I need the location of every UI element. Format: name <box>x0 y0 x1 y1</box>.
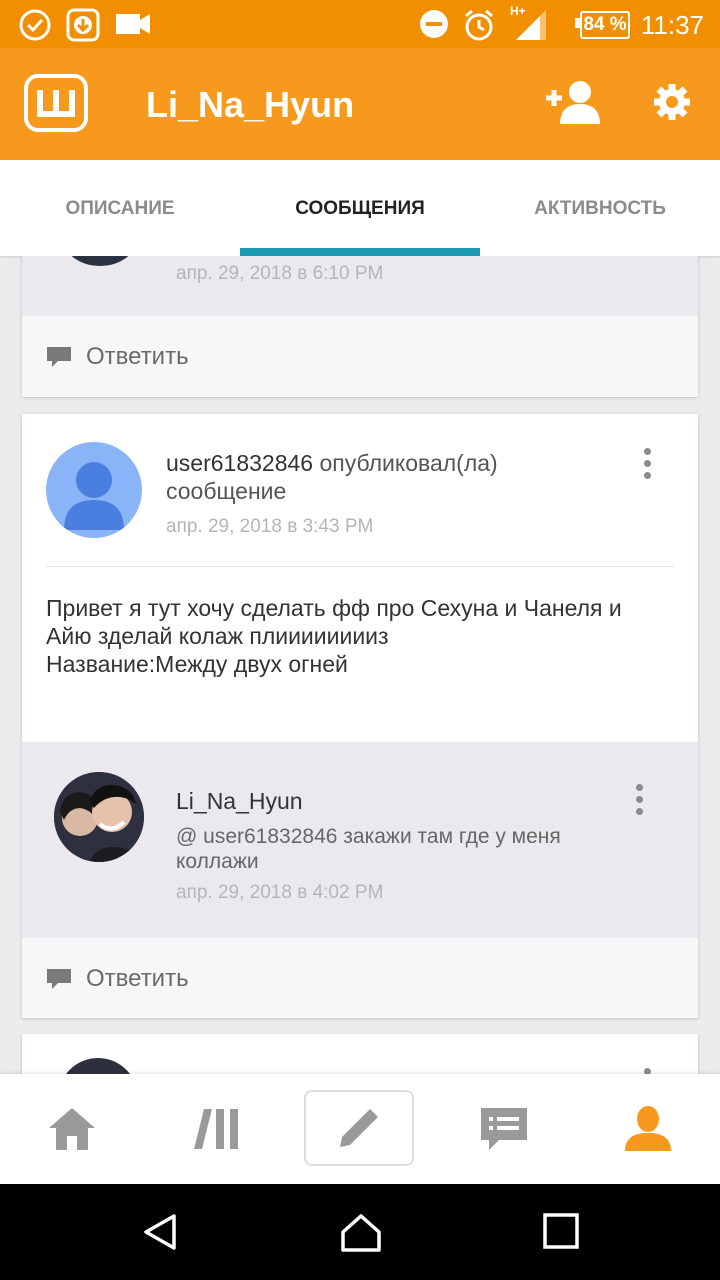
do-not-disturb-icon <box>420 10 448 38</box>
post-action-line2: сообщение <box>166 478 287 504</box>
reply-text-line: коллажи <box>176 850 259 873</box>
library-icon <box>194 1109 238 1149</box>
reply-footer[interactable]: Ответить <box>22 938 698 1018</box>
reply-footer[interactable]: Ответить <box>22 316 698 396</box>
reply-date: апр. 29, 2018 в 4:02 PM <box>176 882 384 903</box>
home-system-icon[interactable] <box>340 1212 382 1252</box>
avatar-photo <box>54 772 144 862</box>
reply-item: Li_Na_Hyun @ user61832846 закажи там где… <box>22 742 698 938</box>
app-bar: Li_Na_Hyun <box>0 48 720 160</box>
chat-icon <box>481 1108 527 1150</box>
battery-level: 84 % <box>580 11 630 39</box>
nav-library[interactable] <box>144 1074 288 1184</box>
download-icon <box>66 8 100 42</box>
profile-person-icon <box>625 1106 671 1151</box>
post-date: апр. 29, 2018 в 3:43 PM <box>166 516 374 537</box>
profile-title: Li_Na_Hyun <box>146 84 355 125</box>
nav-profile[interactable] <box>576 1074 720 1184</box>
reply-area: апр. 29, 2018 в 6:10 PM <box>22 256 698 316</box>
reply-text: @ user61832846 закажи там где у меня кол… <box>176 824 561 874</box>
post-text-line: Айю зделай колаж плииииииииз <box>46 623 389 649</box>
status-bar: H+ 84 % 11:37 <box>0 0 720 48</box>
logo-w-icon <box>37 90 75 117</box>
post-more-menu[interactable] <box>644 448 652 482</box>
post-text-line: Привет я тут хочу сделать фф про Сехуна … <box>46 595 622 621</box>
message-card: user61832846 опубликовал(ла) сообщение а… <box>22 414 698 1018</box>
message-card: апр. 29, 2018 в 6:10 PM Ответить <box>22 256 698 397</box>
reply-button-label: Ответить <box>86 965 189 992</box>
active-tab-indicator <box>240 248 480 256</box>
post-body: Привет я тут хочу сделать фф про Сехуна … <box>46 594 686 678</box>
pencil-icon <box>340 1109 378 1147</box>
video-camera-icon <box>116 14 150 34</box>
reply-date: апр. 29, 2018 в 6:10 PM <box>176 263 384 284</box>
nav-home[interactable] <box>0 1074 144 1184</box>
tab-activity[interactable]: АКТИВНОСТЬ <box>480 160 720 256</box>
reply-more-menu[interactable] <box>636 784 644 818</box>
signal-icon <box>516 10 546 40</box>
add-friend-icon[interactable] <box>544 78 600 126</box>
message-card <box>22 1034 698 1074</box>
post-text-line: Название:Между двух огней <box>46 651 348 677</box>
alarm-icon <box>465 9 493 41</box>
nav-messages[interactable] <box>432 1074 576 1184</box>
avatar[interactable] <box>62 256 138 266</box>
post-header-line1: user61832846 опубликовал(ла) <box>166 450 498 477</box>
back-icon[interactable] <box>140 1212 180 1252</box>
avatar[interactable] <box>58 1058 138 1074</box>
divider <box>46 566 674 567</box>
comment-bubble-icon <box>47 969 71 989</box>
post-username[interactable]: user61832846 <box>166 450 313 476</box>
recent-apps-icon[interactable] <box>542 1212 580 1250</box>
profile-tabs: ОПИСАНИЕ СООБЩЕНИЯ АКТИВНОСТЬ <box>0 160 720 256</box>
settings-gear-icon[interactable] <box>652 82 692 122</box>
reply-text-line: @ user61832846 закажи там где у меня <box>176 825 561 848</box>
user-avatar-default[interactable] <box>46 442 142 538</box>
post-action: опубликовал(ла) <box>319 450 498 476</box>
default-person-icon <box>64 462 124 530</box>
tab-description[interactable]: ОПИСАНИЕ <box>0 160 240 256</box>
wattpad-logo[interactable] <box>24 74 88 132</box>
check-circle-icon <box>19 9 51 41</box>
tab-messages[interactable]: СООБЩЕНИЯ <box>240 160 480 256</box>
reply-button-label: Ответить <box>86 343 189 370</box>
comment-bubble-icon <box>47 347 71 367</box>
bottom-navigation <box>0 1074 720 1184</box>
nav-write-button[interactable] <box>304 1090 414 1166</box>
reply-avatar[interactable] <box>54 772 144 862</box>
reply-username[interactable]: Li_Na_Hyun <box>176 788 303 815</box>
system-navigation-bar <box>0 1184 720 1280</box>
clock: 11:37 <box>640 10 704 40</box>
home-icon <box>49 1108 95 1150</box>
messages-feed[interactable]: апр. 29, 2018 в 6:10 PM Ответить user618… <box>0 256 720 1074</box>
